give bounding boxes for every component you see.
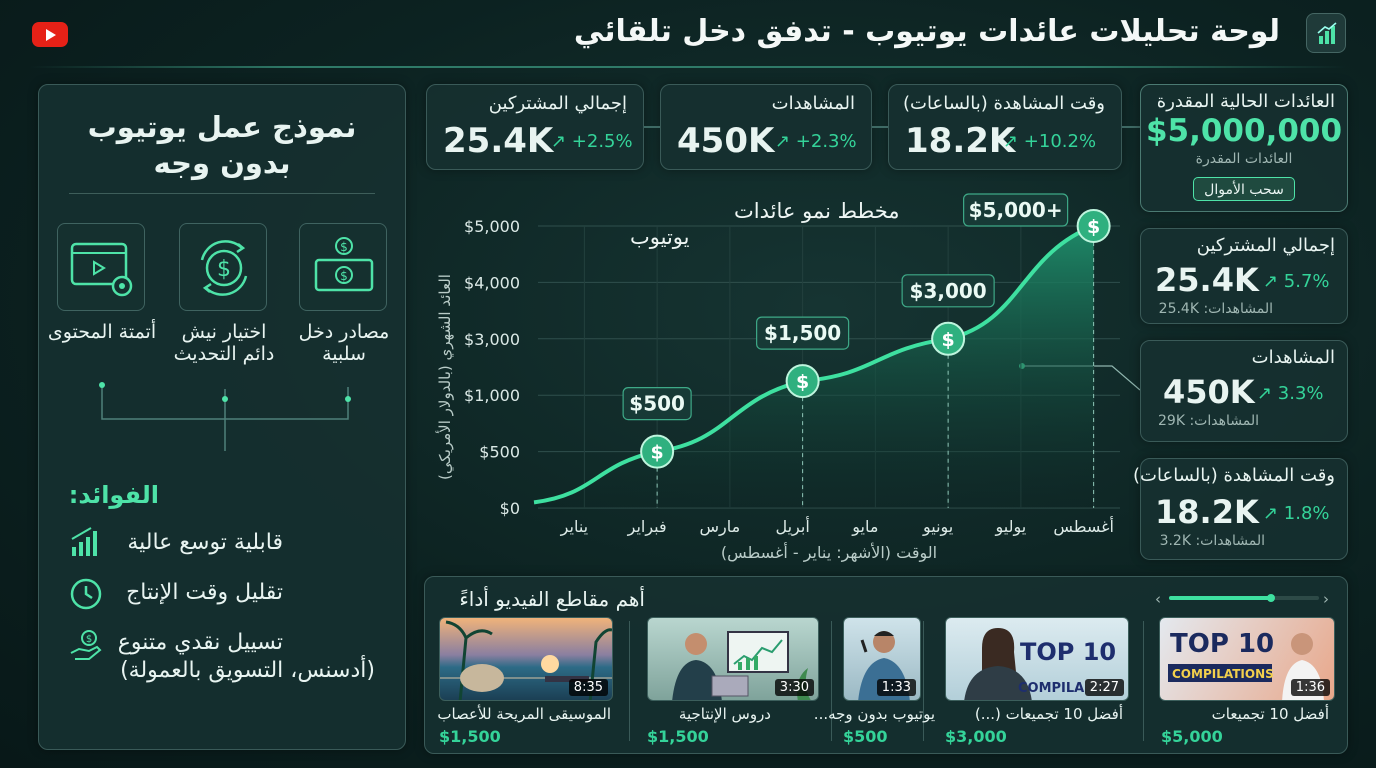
video-separator — [831, 621, 832, 741]
hand-money-icon: $ — [69, 629, 103, 663]
video-title[interactable]: أفضل 10 تجميعات — [1212, 705, 1329, 723]
x-tick-label: يناير — [560, 517, 588, 537]
x-tick-label: فبراير — [627, 517, 667, 537]
side-stat-watch-time: وقت المشاهدة (بالساعات) 18.2K ↗ 1.8% الم… — [1133, 458, 1348, 560]
annotation-label: $5,000+ — [969, 198, 1063, 222]
y-axis-label: العائد الشهري (بالدولار الأمريكي) — [435, 274, 455, 480]
growth-bars-icon — [69, 525, 103, 559]
y-tick-label: $500 — [479, 443, 520, 462]
annotation-label: $3,000 — [910, 279, 987, 303]
svg-text:COMPILATIONS: COMPILATIONS — [1172, 667, 1274, 681]
withdraw-button[interactable]: سحب الأموال — [1193, 177, 1295, 201]
chart-title-line2: يوتيوب — [630, 225, 690, 249]
video-revenue: $1,500 — [647, 727, 709, 746]
benefits-title: الفوائد: — [68, 481, 159, 509]
video-separator — [629, 621, 630, 741]
svg-text:$: $ — [86, 634, 92, 645]
x-tick-label: أغسطس — [1053, 516, 1114, 537]
analytics-chart-icon[interactable] — [1306, 13, 1346, 53]
scroll-left-icon[interactable]: ‹ — [1155, 590, 1161, 608]
x-axis-label: الوقت (الأشهر: يناير - أغسطس) — [721, 542, 937, 563]
y-tick-label: $3,000 — [464, 330, 520, 349]
chart-title: مخطط نمو عائدات — [734, 199, 900, 223]
benefit-monetization: تسييل نقدي متنوع — [117, 630, 283, 655]
video-separator — [1143, 621, 1144, 741]
x-tick-label: مايو — [851, 517, 878, 537]
annotation-label: $500 — [629, 392, 685, 416]
svg-text:COMPILA: COMPILA — [1018, 681, 1084, 696]
revenue-card: العائدات الحالية المقدرة $5,000,000 العا… — [1140, 84, 1348, 212]
video-revenue: $3,000 — [945, 727, 1007, 746]
x-tick-label: يونيو — [922, 517, 953, 537]
video-revenue: $500 — [843, 727, 888, 746]
page-title: لوحة تحليلات عائدات يوتيوب - تدفق دخل تل… — [573, 14, 1280, 49]
stat-card-views: المشاهدات 450K ↗ +2.3% — [660, 84, 872, 170]
youtube-logo-icon — [32, 22, 68, 47]
annotation-label: $1,500 — [764, 321, 841, 345]
side-stat-subscribers: إجمالي المشتركين 25.4K ↗ 5.7% المشاهدات:… — [1140, 228, 1348, 324]
dollar-marker-glyph: $ — [796, 371, 809, 393]
videos-title: أهم مقاطع الفيديو أداءً — [459, 587, 645, 611]
video-title[interactable]: يوتيوب بدون وجه... — [814, 705, 935, 723]
dollar-marker-glyph: $ — [942, 329, 955, 351]
stat-card-subscribers: إجمالي المشتركين 25.4K ↗ +2.5% — [426, 84, 644, 170]
video-thumbnail[interactable]: 1:33 — [843, 617, 921, 701]
dollar-marker-glyph: $ — [651, 442, 664, 464]
video-title[interactable]: دروس الإنتاجية — [679, 705, 771, 723]
clock-icon — [69, 577, 103, 611]
y-tick-label: $4,000 — [464, 273, 520, 292]
video-scrollbar[interactable] — [1169, 594, 1319, 602]
video-revenue: $5,000 — [1161, 727, 1223, 746]
scroll-right-icon[interactable]: › — [1323, 590, 1329, 608]
stat-card-watch-time: وقت المشاهدة (بالساعات) 18.2K ↗ +10.2% — [888, 84, 1122, 170]
revenue-value: $5,000,000 — [1145, 113, 1343, 149]
y-tick-label: $5,000 — [464, 217, 520, 236]
video-title[interactable]: أفضل 10 تجميعات (...) — [975, 705, 1123, 723]
feature-connector-lines — [99, 382, 351, 451]
svg-text:TOP 10: TOP 10 — [1020, 638, 1116, 666]
header-divider — [30, 66, 1346, 68]
video-thumbnail[interactable]: 8:35 — [439, 617, 613, 701]
video-thumbnail[interactable]: TOP 10 COMPILATIONS 1:36 — [1159, 617, 1335, 701]
x-tick-label: مارس — [700, 517, 741, 537]
top-videos-panel: أهم مقاطع الفيديو أداءً ‹ › 8:35 الموسيق… — [424, 576, 1348, 754]
y-tick-label: $1,000 — [464, 386, 520, 405]
revenue-sub: العائدات المقدرة — [1195, 151, 1293, 167]
video-revenue: $1,500 — [439, 727, 501, 746]
benefit-scalability: قابلية توسع عالية — [127, 530, 283, 555]
dollar-marker-glyph: $ — [1087, 216, 1100, 238]
video-thumbnail[interactable]: 3:30 — [647, 617, 819, 701]
side-stat-views: المشاهدات 450K ↗ 3.3% المشاهدات: 29K — [1140, 340, 1348, 442]
video-thumbnail[interactable]: TOP 10 COMPILA 2:27 — [945, 617, 1129, 701]
x-tick-label: يوليو — [995, 517, 1027, 537]
y-tick-label: $0 — [500, 499, 520, 518]
video-separator — [923, 621, 924, 741]
business-model-panel: نموذج عمل يوتيوب بدون وجه $ $ $ أتمتة الم… — [38, 84, 406, 750]
svg-text:TOP 10: TOP 10 — [1170, 629, 1274, 659]
revenue-growth-chart: $ $500 $ $1,500 $ $3,000 $ $5,000+ $0 $500 $1,000 $… — [435, 193, 1120, 563]
benefit-monetization-detail: (أدسنس، التسويق بالعمولة) — [120, 658, 375, 683]
benefit-production-time: تقليل وقت الإنتاج — [126, 580, 283, 605]
video-title[interactable]: الموسيقى المريحة للأعصاب — [437, 705, 611, 723]
x-tick-label: أبريل — [775, 516, 809, 537]
